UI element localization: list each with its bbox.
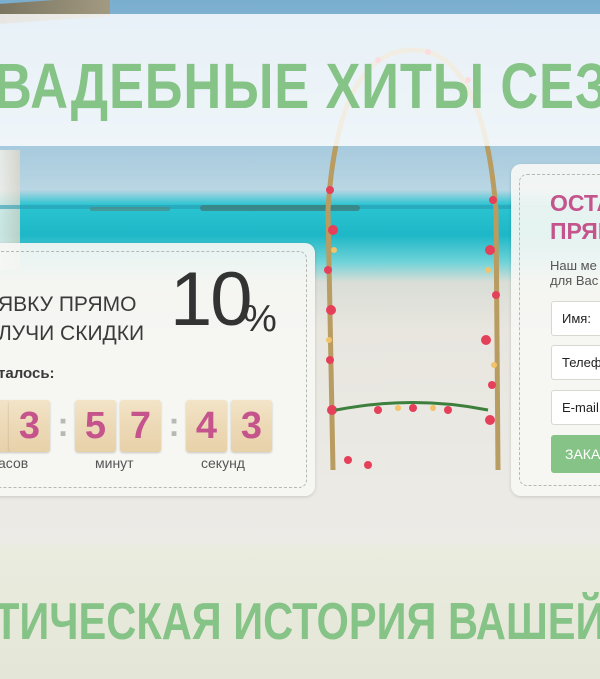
form-description-line-2: для Вас [550, 273, 599, 288]
landing-page: ВАДЕБНЫЕ ХИТЫ СЕЗО ЯВКУ ПРЯМО ЛУЧИ СКИДК… [0, 0, 600, 679]
countdown-separator: : [57, 406, 69, 444]
header-banner: ВАДЕБНЫЕ ХИТЫ СЕЗО [0, 14, 600, 146]
story-section: ТИЧЕСКАЯ ИСТОРИЯ ВАШЕЙ С [0, 545, 600, 679]
form-title-line-1: ОСТА [550, 190, 600, 216]
remaining-label: талось: [0, 365, 55, 382]
discount-value: 10 [170, 257, 253, 342]
countdown-digit-minutes-1: 5 [75, 400, 116, 452]
promo-line-1: ЯВКУ ПРЯМО [0, 293, 137, 316]
countdown-separator: : [168, 406, 180, 444]
promo-line-2: ЛУЧИ СКИДКИ [0, 322, 145, 345]
island-left [90, 207, 170, 211]
unit-seconds-label: секунд [201, 455, 245, 471]
countdown-digit-hours-2: 3 [9, 400, 50, 452]
unit-hours-label: асов [0, 455, 29, 471]
promo-text: ЯВКУ ПРЯМО ЛУЧИ СКИДКИ [0, 290, 144, 348]
discount-percent-sign: % [243, 298, 277, 340]
story-heading: ТИЧЕСКАЯ ИСТОРИЯ ВАШЕЙ С [0, 593, 600, 651]
phone-field[interactable]: Телеф [551, 345, 600, 380]
form-title: ОСТА ПРЯМ [550, 189, 600, 245]
name-field[interactable]: Имя: [551, 301, 600, 336]
email-field[interactable]: E-mail: [551, 390, 600, 425]
form-title-line-2: ПРЯМ [550, 218, 600, 244]
order-button[interactable]: ЗАКА [551, 435, 600, 473]
page-title: ВАДЕБНЫЕ ХИТЫ СЕЗО [0, 50, 600, 122]
form-description: Наш ме для Вас [550, 258, 598, 288]
countdown-digit-seconds-1: 4 [186, 400, 227, 452]
countdown-digit-minutes-2: 7 [120, 400, 161, 452]
countdown-digit-seconds-2: 3 [231, 400, 272, 452]
unit-minutes-label: минут [95, 455, 134, 471]
form-description-line-1: Наш ме [550, 258, 597, 273]
